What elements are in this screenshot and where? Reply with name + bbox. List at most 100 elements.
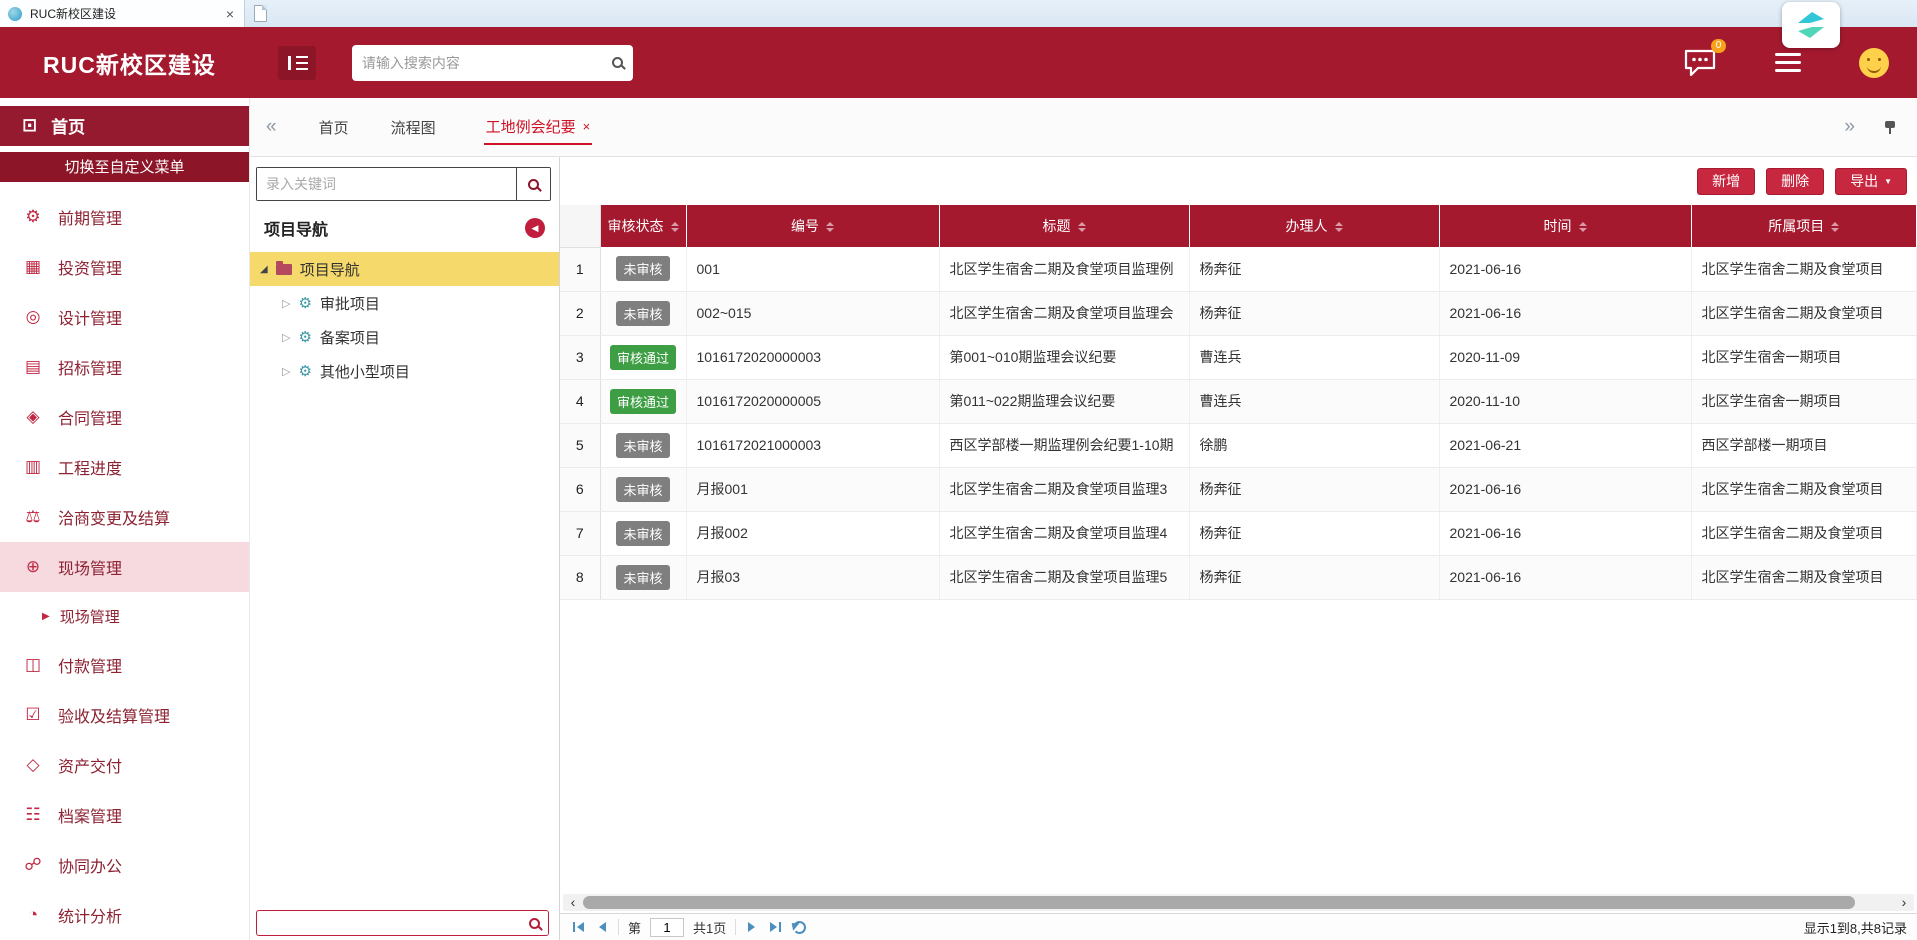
column-header-handler[interactable]: 办理人 — [1189, 205, 1439, 247]
sidebar-item-statistics-analysis[interactable]: ◔ 统计分析 — [0, 890, 249, 940]
table-row[interactable]: 5 未审核 1016172021000003 西区学部楼一期监理例会纪要1-10… — [560, 423, 1917, 467]
collapse-panel-button[interactable]: ◀ — [525, 218, 545, 238]
table-row[interactable]: 7 未审核 月报002 北区学生宿舍二期及食堂项目监理4 杨奔征 2021-06… — [560, 511, 1917, 555]
tree-filter-search-button[interactable] — [520, 911, 548, 935]
sidebar-item-investment-management[interactable]: ▦ 投资管理 — [0, 242, 249, 292]
scroll-left-icon[interactable]: ‹ — [563, 894, 583, 911]
column-header-code[interactable]: 编号 — [686, 205, 939, 247]
sidebar-item-collaborative-office[interactable]: ☍ 协同办公 — [0, 840, 249, 890]
status-badge: 未审核 — [616, 477, 669, 502]
folder-icon — [276, 264, 292, 275]
sidebar-item-label: 投资管理 — [58, 255, 122, 279]
progress-icon: ▥ — [22, 457, 44, 477]
table-row[interactable]: 1 未审核 001 北区学生宿舍二期及食堂项目监理例 杨奔征 2021-06-1… — [560, 247, 1917, 291]
app-logo[interactable] — [1782, 2, 1840, 48]
header-search-input[interactable] — [362, 55, 612, 71]
browser-tab-title: RUC新校区建设 — [30, 5, 216, 22]
new-tab-button[interactable] — [245, 0, 275, 27]
negotiation-icon: ⚖ — [22, 507, 44, 527]
tab-home[interactable]: 首页 — [319, 117, 349, 138]
scrollbar-thumb[interactable] — [583, 896, 1855, 909]
tree-node-filing-projects[interactable]: ▷ ⚙ 备案项目 — [250, 320, 559, 354]
keyword-input[interactable] — [257, 168, 516, 200]
tree-node-other-small-projects[interactable]: ▷ ⚙ 其他小型项目 — [250, 354, 559, 388]
horizontal-scrollbar[interactable]: ‹ › — [563, 894, 1914, 911]
refresh-icon[interactable] — [793, 921, 806, 934]
brand-title: RUC新校区建设 — [43, 46, 216, 80]
column-header-title[interactable]: 标题 — [939, 205, 1189, 247]
sidebar-item-contract-management[interactable]: ◈ 合同管理 — [0, 392, 249, 442]
tree-node-approval-projects[interactable]: ▷ ⚙ 审批项目 — [250, 286, 559, 320]
tree-node-label: 其他小型项目 — [320, 361, 410, 382]
sidebar-item-home[interactable]: ⊡ 首页 — [0, 106, 249, 146]
sidebar-item-negotiation-change-settlement[interactable]: ⚖ 洽商变更及结算 — [0, 492, 249, 542]
table-row[interactable]: 2 未审核 002~015 北区学生宿舍二期及食堂项目监理会 杨奔征 2021-… — [560, 291, 1917, 335]
first-page-button[interactable] — [570, 922, 587, 932]
sidebar-item-payment-management[interactable]: ◫ 付款管理 — [0, 640, 249, 690]
switch-custom-menu-button[interactable]: 切换至自定义菜单 — [0, 152, 249, 182]
column-header-status[interactable]: 审核状态 — [600, 205, 686, 247]
keyword-search-button[interactable] — [516, 168, 550, 200]
new-tab-page-icon — [254, 5, 267, 22]
menu-toggle-button[interactable] — [278, 46, 316, 80]
table-row[interactable]: 6 未审核 月报001 北区学生宿舍二期及食堂项目监理3 杨奔征 2021-06… — [560, 467, 1917, 511]
scroll-right-icon[interactable]: › — [1894, 894, 1914, 911]
cell-handler: 杨奔征 — [1189, 467, 1439, 511]
prev-page-button[interactable] — [596, 922, 609, 932]
collapsed-icon[interactable]: ▷ — [282, 365, 290, 378]
tree-filter-input[interactable] — [257, 916, 520, 931]
nav-panel-header: 项目导航 ◀ — [250, 210, 559, 246]
add-button[interactable]: 新增 — [1697, 168, 1755, 195]
export-button[interactable]: 导出 ▼ — [1835, 168, 1907, 195]
tab-site-meeting-minutes[interactable]: 工地例会纪要 × — [484, 110, 593, 145]
tree-node-project-nav[interactable]: ◢ 项目导航 — [250, 252, 559, 286]
page-number-input[interactable] — [650, 918, 684, 937]
sidebar-item-bidding-management[interactable]: ▤ 招标管理 — [0, 342, 249, 392]
collapsed-icon[interactable]: ▷ — [282, 331, 290, 344]
delete-button[interactable]: 删除 — [1766, 168, 1824, 195]
sidebar-item-design-management[interactable]: ◎ 设计管理 — [0, 292, 249, 342]
sidebar-item-acceptance-settlement[interactable]: ☑ 验收及结算管理 — [0, 690, 249, 740]
app-header: RUC新校区建设 0 — [0, 27, 1917, 98]
expand-icon[interactable]: ◢ — [260, 264, 268, 275]
browser-tab[interactable]: RUC新校区建设 × — [0, 0, 245, 27]
column-header-project[interactable]: 所属项目 — [1691, 205, 1917, 247]
sidebar-item-asset-delivery[interactable]: ◇ 资产交付 — [0, 740, 249, 790]
pin-tabs-icon[interactable] — [1883, 120, 1897, 135]
active-tab-label: 工地例会纪要 — [486, 116, 576, 137]
column-header-date[interactable]: 时间 — [1439, 205, 1691, 247]
sidebar-item-preliminary-management[interactable]: ⚙ 前期管理 — [0, 192, 249, 242]
status-badge: 未审核 — [616, 565, 669, 590]
browser-tab-bar: RUC新校区建设 × — [0, 0, 1917, 27]
cell-title: 西区学部楼一期监理例会纪要1-10期 — [939, 423, 1189, 467]
table-row[interactable]: 8 未审核 月报03 北区学生宿舍二期及食堂项目监理5 杨奔征 2021-06-… — [560, 555, 1917, 599]
sidebar-item-site-management[interactable]: ⊕ 现场管理 — [0, 542, 249, 592]
search-icon[interactable] — [612, 57, 623, 68]
tabs-scroll-right-icon[interactable]: » — [1844, 116, 1855, 138]
statistics-icon: ◔ — [22, 905, 44, 925]
sidebar-item-archive-management[interactable]: ☷ 档案管理 — [0, 790, 249, 840]
tab-flowchart[interactable]: 流程图 — [391, 117, 436, 138]
avatar-smiley-icon[interactable] — [1859, 48, 1889, 78]
cell-code: 1016172020000005 — [686, 379, 939, 423]
sort-icon — [1335, 222, 1343, 232]
hamburger-menu-icon[interactable] — [1775, 51, 1801, 74]
collapsed-icon[interactable]: ▷ — [282, 297, 290, 310]
divider — [618, 919, 619, 935]
table-row[interactable]: 3 审核通过 1016172020000003 第001~010期监理会议纪要 … — [560, 335, 1917, 379]
sidebar-subitem-site-management[interactable]: ▶ 现场管理 — [0, 592, 249, 640]
close-tab-icon[interactable]: × — [583, 119, 591, 134]
home-icon: ⊡ — [22, 115, 37, 136]
next-page-button[interactable] — [745, 922, 758, 932]
chat-icon[interactable]: 0 — [1683, 48, 1717, 78]
last-page-button[interactable] — [767, 922, 784, 932]
tabs-scroll-left-icon[interactable]: « — [266, 116, 277, 138]
scrollbar-track[interactable] — [583, 896, 1894, 909]
browser-tab-close-icon[interactable]: × — [224, 7, 236, 21]
cell-project: 北区学生宿舍二期及食堂项目 — [1691, 291, 1917, 335]
table-row[interactable]: 4 审核通过 1016172020000005 第011~022期监理会议纪要 … — [560, 379, 1917, 423]
sidebar-item-project-progress[interactable]: ▥ 工程进度 — [0, 442, 249, 492]
acceptance-icon: ☑ — [22, 705, 44, 725]
sidebar-item-label: 设计管理 — [58, 305, 122, 329]
cell-date: 2021-06-16 — [1439, 467, 1691, 511]
